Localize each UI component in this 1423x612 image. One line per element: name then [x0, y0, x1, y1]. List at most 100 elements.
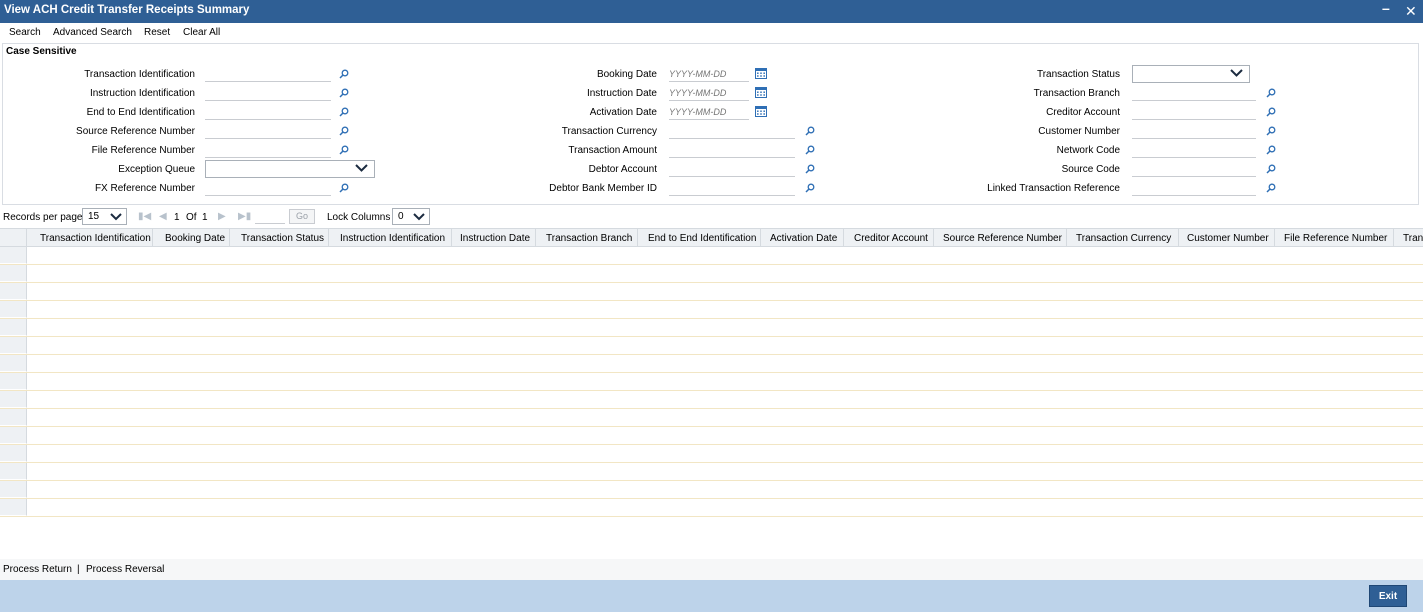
last-page-button[interactable]: ▶▮ — [238, 211, 251, 222]
process-return-link[interactable]: Process Return — [3, 564, 72, 575]
lock-columns-select[interactable]: 0 — [392, 208, 430, 225]
search-icon[interactable] — [805, 164, 815, 174]
row-selector[interactable] — [0, 409, 27, 426]
search-icon[interactable] — [1266, 126, 1276, 136]
table-row[interactable] — [0, 283, 1423, 301]
column-header-booking-date[interactable]: Booking Date — [165, 233, 225, 244]
records-per-page-select[interactable]: 15 — [82, 208, 127, 225]
table-row[interactable] — [0, 391, 1423, 409]
search-icon[interactable] — [339, 183, 349, 193]
search-icon[interactable] — [1266, 107, 1276, 117]
row-selector[interactable] — [0, 463, 27, 480]
clear-all-menu-item[interactable]: Clear All — [183, 27, 220, 38]
booking-date-input[interactable] — [669, 66, 749, 82]
column-header-transaction-currency[interactable]: Transaction Currency — [1076, 233, 1171, 244]
search-icon[interactable] — [805, 145, 815, 155]
table-row[interactable] — [0, 373, 1423, 391]
row-selector[interactable] — [0, 355, 27, 372]
row-selector[interactable] — [0, 499, 27, 516]
transaction-branch-input[interactable] — [1132, 85, 1256, 101]
table-row[interactable] — [0, 355, 1423, 373]
first-page-button[interactable]: ▮◀ — [138, 211, 151, 222]
row-selector[interactable] — [0, 301, 27, 318]
table-row[interactable] — [0, 337, 1423, 355]
debtor-account-input[interactable] — [669, 161, 795, 177]
transaction-identification-input[interactable] — [205, 66, 331, 82]
calendar-icon[interactable] — [755, 68, 767, 79]
column-header-transaction-identification[interactable]: Transaction Identification — [40, 233, 151, 244]
column-header-transaction-status[interactable]: Transaction Status — [241, 233, 324, 244]
row-selector[interactable] — [0, 319, 27, 336]
table-row[interactable] — [0, 445, 1423, 463]
search-icon[interactable] — [805, 126, 815, 136]
close-button[interactable]: ✕ — [1405, 3, 1417, 20]
fx-reference-number-input[interactable] — [205, 180, 331, 196]
column-header-activation-date[interactable]: Activation Date — [770, 233, 837, 244]
column-header-source-reference-number[interactable]: Source Reference Number — [943, 233, 1062, 244]
customer-number-input[interactable] — [1132, 123, 1256, 139]
table-row[interactable] — [0, 301, 1423, 319]
column-header-instruction-date[interactable]: Instruction Date — [460, 233, 530, 244]
transaction-currency-input[interactable] — [669, 123, 795, 139]
search-icon[interactable] — [1266, 145, 1276, 155]
row-selector[interactable] — [0, 337, 27, 354]
prev-page-button[interactable]: ◀ — [159, 211, 167, 222]
search-icon[interactable] — [339, 107, 349, 117]
row-selector[interactable] — [0, 445, 27, 462]
column-header-file-reference-number[interactable]: File Reference Number — [1284, 233, 1387, 244]
table-row[interactable] — [0, 247, 1423, 265]
exception-queue-select[interactable] — [205, 160, 375, 178]
end-to-end-identification-input[interactable] — [205, 104, 331, 120]
search-icon[interactable] — [1266, 88, 1276, 98]
creditor-account-input[interactable] — [1132, 104, 1256, 120]
row-selector[interactable] — [0, 427, 27, 444]
process-reversal-link[interactable]: Process Reversal — [86, 564, 164, 575]
search-icon[interactable] — [339, 88, 349, 98]
next-page-button[interactable]: ▶ — [218, 211, 226, 222]
column-header-tran[interactable]: Tran — [1403, 233, 1423, 244]
table-row[interactable] — [0, 463, 1423, 481]
select-all-cell[interactable] — [0, 229, 27, 247]
table-row[interactable] — [0, 409, 1423, 427]
search-icon[interactable] — [339, 69, 349, 79]
row-selector[interactable] — [0, 265, 27, 282]
calendar-icon[interactable] — [755, 106, 767, 117]
column-header-customer-number[interactable]: Customer Number — [1187, 233, 1269, 244]
search-icon[interactable] — [1266, 183, 1276, 193]
row-selector[interactable] — [0, 373, 27, 390]
reset-menu-item[interactable]: Reset — [144, 27, 170, 38]
debtor-bank-member-id-input[interactable] — [669, 180, 795, 196]
row-selector[interactable] — [0, 481, 27, 498]
row-selector[interactable] — [0, 247, 27, 264]
column-header-instruction-identification[interactable]: Instruction Identification — [340, 233, 445, 244]
search-icon[interactable] — [339, 145, 349, 155]
search-icon[interactable] — [339, 126, 349, 136]
table-row[interactable] — [0, 499, 1423, 517]
advanced-search-menu-item[interactable]: Advanced Search — [53, 27, 132, 38]
minimize-button[interactable]: – — [1382, 0, 1390, 16]
search-icon[interactable] — [1266, 164, 1276, 174]
transaction-amount-input[interactable] — [669, 142, 795, 158]
transaction-status-select[interactable] — [1132, 65, 1250, 83]
column-header-end-to-end-identification[interactable]: End to End Identification — [648, 233, 756, 244]
network-code-input[interactable] — [1132, 142, 1256, 158]
linked-transaction-reference-input[interactable] — [1132, 180, 1256, 196]
file-reference-number-input[interactable] — [205, 142, 331, 158]
search-icon[interactable] — [805, 183, 815, 193]
source-code-input[interactable] — [1132, 161, 1256, 177]
row-selector[interactable] — [0, 283, 27, 300]
table-row[interactable] — [0, 427, 1423, 445]
source-reference-number-input[interactable] — [205, 123, 331, 139]
exit-button[interactable]: Exit — [1369, 585, 1407, 607]
page-number-input[interactable] — [255, 210, 285, 224]
activation-date-input[interactable] — [669, 104, 749, 120]
table-row[interactable] — [0, 319, 1423, 337]
table-row[interactable] — [0, 265, 1423, 283]
search-menu-item[interactable]: Search — [9, 27, 41, 38]
calendar-icon[interactable] — [755, 87, 767, 98]
instruction-identification-input[interactable] — [205, 85, 331, 101]
go-button[interactable]: Go — [289, 209, 315, 224]
instruction-date-input[interactable] — [669, 85, 749, 101]
table-row[interactable] — [0, 481, 1423, 499]
column-header-transaction-branch[interactable]: Transaction Branch — [546, 233, 632, 244]
